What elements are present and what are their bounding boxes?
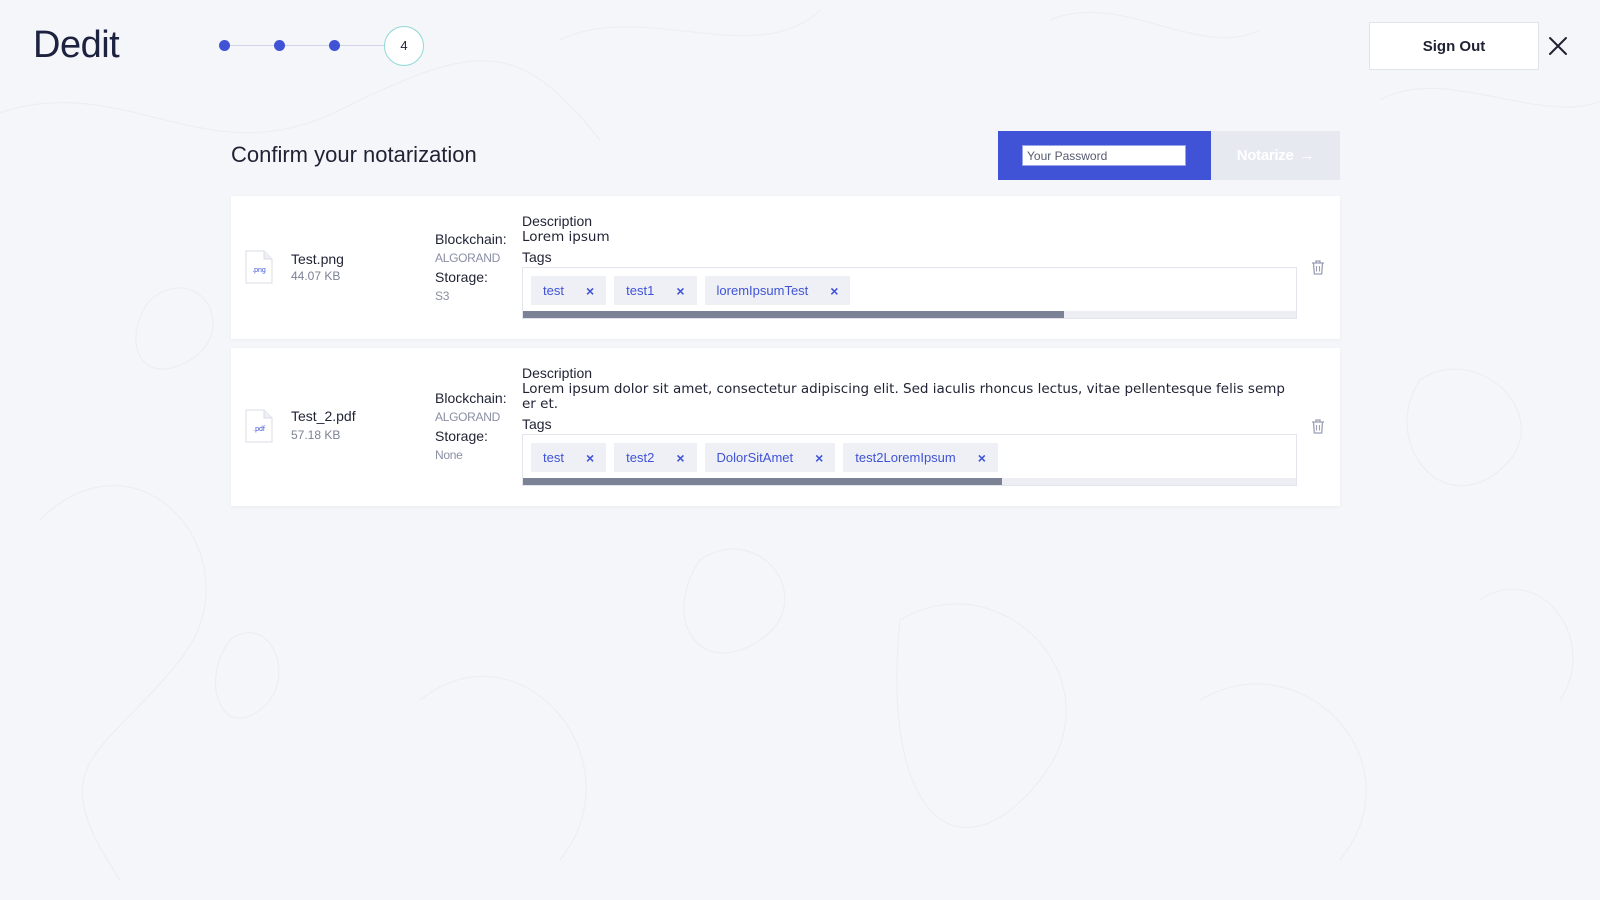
password-container [998, 131, 1211, 180]
blockchain-label: Blockchain: [435, 390, 507, 406]
tags-scrollbar[interactable] [523, 478, 1296, 485]
storage-label: Storage: [435, 428, 488, 444]
stepper-line [224, 45, 394, 46]
trash-icon[interactable] [1311, 260, 1325, 275]
file-size: 44.07 KB [291, 269, 341, 283]
file-card: .png Test.png 44.07 KB Blockchain: ALGOR… [231, 196, 1340, 339]
file-name: Test.png [291, 251, 344, 267]
tags-input[interactable]: test × test1 × loremIpsumTest × [522, 267, 1297, 319]
trash-icon[interactable] [1311, 419, 1325, 434]
blockchain-label: Blockchain: [435, 231, 507, 247]
blockchain-value: ALGORAND [435, 410, 500, 424]
file-card: .pdf Test_2.pdf 57.18 KB Blockchain: ALG… [231, 348, 1340, 506]
tag-chip: loremIpsumTest × [704, 276, 851, 305]
tag-chip: test2LoremIpsum × [843, 443, 998, 472]
tag-chip: test2 × [614, 443, 697, 472]
tag-label: test2LoremIpsum [855, 450, 956, 465]
tag-chip: DolorSitAmet × [704, 443, 836, 472]
remove-tag-icon[interactable]: × [830, 283, 838, 299]
file-name: Test_2.pdf [291, 408, 356, 424]
sign-out-button[interactable]: Sign Out [1369, 22, 1539, 70]
tag-list: test × test1 × loremIpsumTest × [531, 276, 851, 305]
tags-scrollbar[interactable] [523, 311, 1296, 318]
tag-label: test [543, 450, 564, 465]
step-dot-completed [219, 40, 230, 51]
tags-input[interactable]: test × test2 × DolorSitAmet × test2LoremIps… [522, 434, 1297, 486]
remove-tag-icon[interactable]: × [815, 450, 823, 466]
step-current: 4 [384, 26, 424, 66]
description-label: Description [522, 213, 593, 229]
tag-label: test2 [626, 450, 655, 465]
storage-value: None [435, 448, 463, 462]
remove-tag-icon[interactable]: × [676, 450, 684, 466]
step-dot-completed [274, 40, 285, 51]
tag-label: test1 [626, 283, 655, 298]
remove-tag-icon[interactable]: × [586, 450, 594, 466]
file-icon: .png [245, 250, 273, 284]
tag-chip: test × [531, 443, 607, 472]
remove-tag-icon[interactable]: × [676, 283, 684, 299]
description-label: Description [522, 365, 593, 381]
file-ext: .pdf [253, 426, 265, 433]
storage-label: Storage: [435, 269, 488, 285]
tag-list: test × test2 × DolorSitAmet × test2LoremIps… [531, 443, 998, 472]
remove-tag-icon[interactable]: × [978, 450, 986, 466]
arrow-right-icon: → [1299, 147, 1315, 164]
description-text: Lorem ipsum [522, 229, 610, 245]
tags-label: Tags [522, 416, 552, 432]
tag-chip: test1 × [614, 276, 697, 305]
description-text: Lorem ipsum dolor sit amet, consectetur … [522, 381, 1285, 412]
tags-label: Tags [522, 249, 552, 265]
notarize-label: Notarize [1236, 147, 1294, 164]
file-ext: .png [252, 267, 266, 274]
blockchain-value: ALGORAND [435, 251, 500, 265]
progress-stepper: 4 [218, 26, 428, 66]
remove-tag-icon[interactable]: × [586, 283, 594, 299]
app-logo: Dedit [33, 24, 120, 66]
storage-value: S3 [435, 289, 450, 303]
tag-chip: test × [531, 276, 607, 305]
file-size: 57.18 KB [291, 428, 341, 442]
scrollbar-thumb[interactable] [523, 478, 1003, 485]
notarize-button[interactable]: Notarize → [1211, 131, 1340, 180]
tag-label: test [543, 283, 564, 298]
file-icon: .pdf [245, 409, 273, 443]
tag-label: DolorSitAmet [716, 450, 794, 465]
password-input[interactable] [1022, 145, 1186, 166]
close-icon[interactable] [1545, 33, 1571, 59]
page-title: Confirm your notarization [231, 142, 477, 167]
step-dot-completed [329, 40, 340, 51]
tag-label: loremIpsumTest [716, 283, 809, 298]
scrollbar-thumb[interactable] [523, 311, 1065, 318]
